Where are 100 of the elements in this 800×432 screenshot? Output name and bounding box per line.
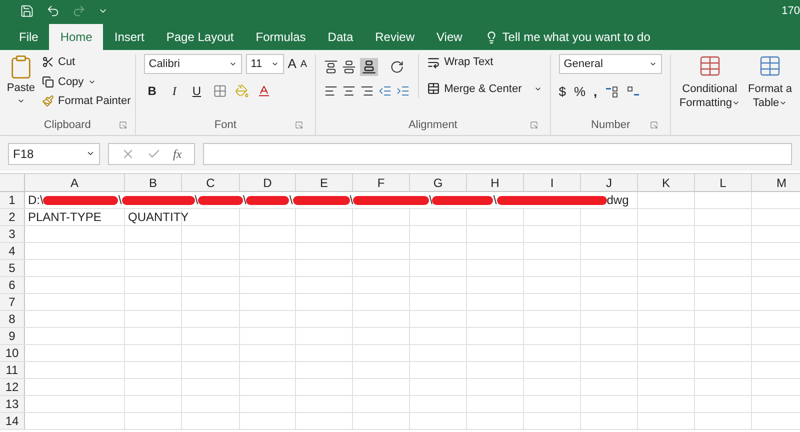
caret-icon [228,60,237,68]
column-header[interactable]: B [125,174,182,191]
percent-button[interactable]: % [574,82,586,102]
dialog-launcher-icon[interactable] [650,120,658,129]
formula-input[interactable] [202,142,792,164]
paintbrush-icon [42,95,54,108]
row-header[interactable]: 13 [0,396,25,412]
caret-icon [270,60,279,68]
path-text: \ [243,192,246,208]
redaction-mark [432,196,494,204]
bold-button[interactable]: B [144,82,160,100]
group-label: Alignment [408,118,458,132]
row-header[interactable]: 8 [0,311,25,327]
paste-button[interactable]: Paste [4,54,38,110]
column-header[interactable]: K [638,174,695,191]
column-header[interactable]: I [524,174,581,191]
path-text: \ [429,192,432,208]
row-header[interactable]: 1 [0,192,25,208]
row-header[interactable]: 6 [0,277,25,293]
ribbon-tab[interactable]: View [426,24,474,50]
comma-button[interactable]: , [594,82,598,102]
font-size-field[interactable]: 11 [246,54,284,74]
increase-decimal-icon[interactable] [605,86,620,98]
save-icon[interactable] [20,4,34,18]
font-name-field[interactable]: Calibri [144,54,242,74]
group-label: Clipboard [44,118,91,132]
undo-icon[interactable] [46,4,60,18]
dialog-launcher-icon[interactable] [530,120,538,129]
column-header[interactable]: L [695,174,752,191]
format-painter-button[interactable]: Format Painter [42,93,131,110]
window-title: 170 [782,4,800,19]
currency-button[interactable]: $ [558,82,566,102]
ribbon-tab[interactable]: Insert [103,24,156,50]
row-header[interactable]: 3 [0,226,25,242]
cut-button[interactable]: Cut [42,54,131,70]
table-icon [758,54,782,78]
middle-align-icon[interactable] [342,60,356,74]
row-header[interactable]: 10 [0,345,25,361]
column-header[interactable]: F [353,174,410,191]
dialog-launcher-icon[interactable] [118,120,127,129]
column-header[interactable]: G [410,174,467,191]
italic-button[interactable]: I [168,82,180,100]
row-header[interactable]: 4 [0,243,25,259]
ribbon-tab[interactable]: Page Layout [155,24,245,50]
align-left-icon[interactable] [324,84,338,98]
ribbon-tab[interactable]: Home [49,24,104,50]
top-align-icon[interactable] [324,60,338,74]
column-header[interactable]: M [752,174,800,191]
number-format-field[interactable]: General [558,54,662,74]
shrink-font-icon[interactable]: A [300,56,308,72]
borders-icon[interactable] [213,84,228,98]
wrap-text-button[interactable]: Wrap Text [427,54,542,70]
column-header[interactable]: D [240,174,296,191]
font-color-icon[interactable] [257,84,272,98]
column-header[interactable]: E [296,174,353,191]
caret-icon [779,99,788,107]
redaction-mark [292,196,350,204]
column-header[interactable]: H [467,174,524,191]
row-header[interactable]: 12 [0,379,25,395]
row-header[interactable]: 5 [0,260,25,276]
tell-me-field[interactable]: Tell me what you want to do [473,24,662,50]
row-header[interactable]: 9 [0,328,25,344]
insert-function-button[interactable]: fx [173,144,182,162]
scissors-icon [42,56,54,68]
dialog-launcher-icon[interactable] [295,120,304,129]
align-right-icon[interactable] [360,84,374,98]
path-text: \ [118,192,122,208]
path-text: \ [493,192,497,208]
row-header[interactable]: 14 [0,413,25,429]
increase-indent-icon[interactable] [396,84,410,98]
ribbon-tab[interactable]: Formulas [244,24,317,50]
cell-text: PLANT-TYPE [28,210,102,224]
column-header[interactable]: J [581,174,638,191]
styles-button[interactable]: Format a Table [748,54,792,135]
caret-icon [649,60,658,68]
column-header[interactable]: A [25,174,125,191]
styles-button[interactable]: Conditional Formatting [679,54,740,135]
merge-icon [427,82,440,96]
wrap-icon [427,56,440,69]
column-header[interactable]: C [182,174,240,191]
path-text: \ [194,192,198,208]
bottom-align-button[interactable] [360,58,378,76]
grow-font-icon[interactable]: A [288,54,296,74]
fill-color-icon[interactable] [235,84,250,98]
name-box[interactable]: F18 [8,142,100,164]
align-center-icon[interactable] [342,84,356,98]
caret-icon [86,149,95,158]
row-header[interactable]: 7 [0,294,25,310]
decrease-indent-icon[interactable] [378,84,392,98]
ribbon-tab[interactable]: Data [316,24,364,50]
orientation-icon[interactable] [390,60,404,74]
decrease-decimal-icon[interactable] [627,86,642,98]
ribbon-tab[interactable]: File [8,24,50,50]
path-text: D:\ [28,192,44,208]
ribbon-tab[interactable]: Review [364,24,426,50]
row-header[interactable]: 11 [0,362,25,378]
underline-button[interactable]: U [188,82,206,100]
row-header[interactable]: 2 [0,209,25,225]
copy-button[interactable]: Copy [42,74,131,90]
merge-center-button[interactable]: Merge & Center [427,80,542,97]
